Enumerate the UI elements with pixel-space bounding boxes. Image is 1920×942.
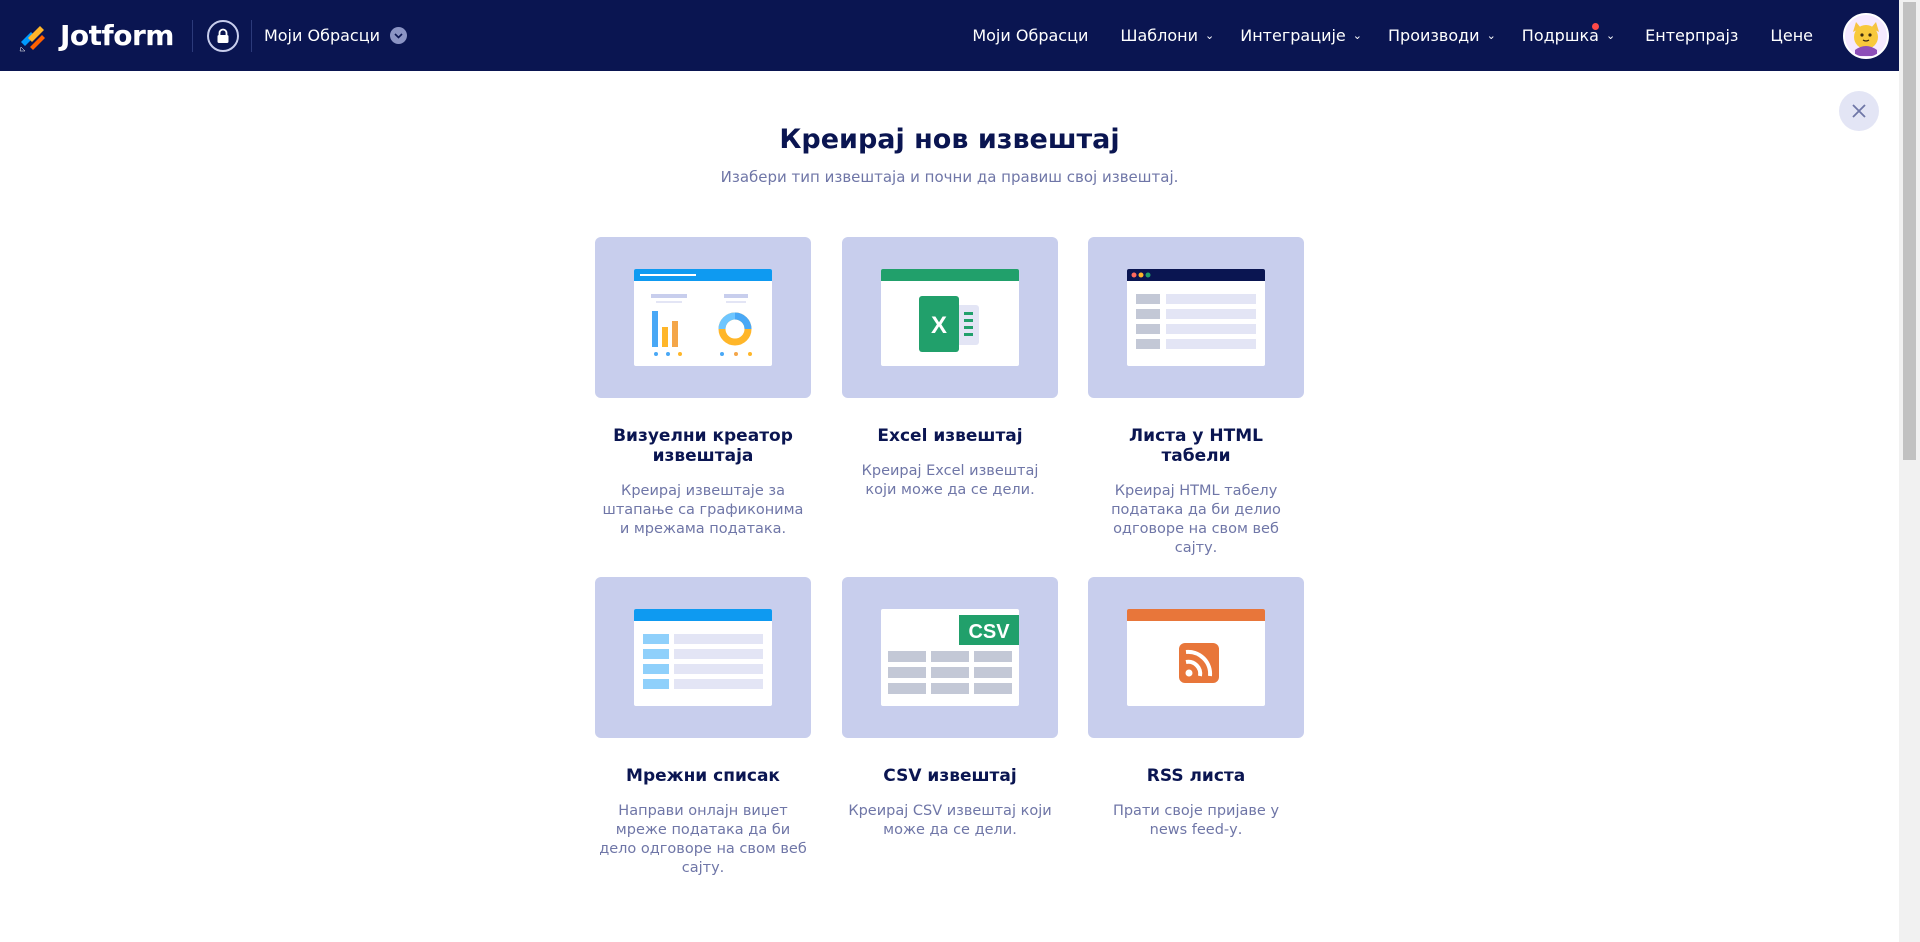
report-type-card-csv[interactable]: CSV CSV извештај Креирај CSV извештај ко… [842, 577, 1058, 840]
nav-link-products[interactable]: Производи ⌄ [1388, 26, 1496, 45]
card-thumbnail [595, 237, 811, 398]
card-description: Креирај CSV извештај који може да се дел… [848, 803, 1052, 838]
card-description: Направи онлајн виџет мреже података да б… [599, 803, 807, 876]
card-thumbnail [1088, 577, 1304, 738]
chevron-down-icon [389, 27, 407, 44]
nav-link-label: Моји Обрасци [972, 26, 1089, 45]
workspace-label: Моји Обрасци [263, 26, 380, 45]
card-thumbnail [595, 577, 811, 738]
card-title: Мрежни списак [626, 766, 780, 786]
card-description: Креирај HTML табелу података да би делио… [1111, 483, 1281, 556]
nav-link-label: Шаблони [1120, 26, 1199, 45]
nav-link-label: Подршка [1521, 26, 1599, 45]
jotform-logo-icon [19, 25, 45, 51]
visual-report-illustration [634, 269, 772, 366]
scrollbar-thumb[interactable] [1903, 2, 1916, 460]
top-navigation-bar: Jotform Моји Обрасци Моји Обрасци Шаблон… [0, 0, 1899, 71]
card-thumbnail: CSV [842, 577, 1058, 738]
card-description: Прати своје пријаве у news feed-у. [1112, 803, 1280, 838]
main-nav-links: Моји Обрасци Шаблони ⌄ Интеграције ⌄ Про… [972, 0, 1899, 71]
card-title: CSV извештај [883, 766, 1017, 786]
nav-link-pricing[interactable]: Цене [1770, 26, 1813, 45]
report-type-card-excel[interactable]: X Excel извештај Креирај Excel извештај … [842, 237, 1058, 500]
card-thumbnail [1088, 237, 1304, 398]
nav-link-templates[interactable]: Шаблони ⌄ [1120, 26, 1214, 45]
close-icon [1852, 104, 1866, 118]
notification-dot [1591, 23, 1599, 30]
nav-link-enterprise[interactable]: Ентерпрајз [1645, 26, 1738, 45]
card-title: Листа у HTML табели [1129, 426, 1263, 466]
nav-divider [191, 19, 193, 52]
nav-link-my-forms[interactable]: Моји Обрасци [972, 26, 1088, 45]
enterprise-lock-button[interactable] [206, 19, 239, 52]
nav-link-label: Производи [1388, 26, 1480, 45]
nav-link-label: Интеграције [1240, 26, 1346, 45]
csv-badge: CSV [968, 621, 1010, 643]
nav-link-integrations[interactable]: Интеграције ⌄ [1240, 26, 1362, 45]
page-scrollbar[interactable] [1899, 0, 1920, 942]
chevron-down-icon: ⌄ [1486, 29, 1496, 42]
chevron-down-icon: ⌄ [1605, 29, 1616, 42]
nav-link-support[interactable]: Подршка ⌄ [1521, 23, 1616, 45]
cat-avatar-icon [1846, 15, 1886, 56]
card-thumbnail: X [842, 237, 1058, 398]
nav-link-label: Ентерпрајз [1645, 26, 1739, 45]
chevron-down-icon: ⌄ [1352, 29, 1362, 42]
csv-illustration: CSV [881, 609, 1019, 706]
report-type-card-rss[interactable]: RSS листа Прати своје пријаве у news fee… [1088, 577, 1304, 840]
report-type-card-visual[interactable]: Визуелни креатор извештаја Креирај извеш… [595, 237, 811, 539]
jotform-logo[interactable]: Jotform [18, 19, 174, 52]
html-table-illustration [1127, 269, 1265, 366]
brand-name: Jotform [60, 19, 174, 52]
report-type-card-html-table[interactable]: Листа у HTML табели Креирај HTML табелу … [1088, 237, 1304, 558]
grid-list-illustration [634, 609, 772, 706]
card-title: Визуелни креатор извештаја [613, 426, 793, 466]
rss-illustration [1127, 609, 1265, 706]
svg-text:X: X [931, 312, 947, 339]
workspace-switcher[interactable]: Моји Обрасци [264, 26, 407, 45]
nav-divider [250, 19, 252, 52]
chevron-down-icon: ⌄ [1205, 29, 1215, 42]
card-title: Excel извештај [877, 426, 1023, 446]
page-title: Креирај нов извештај [779, 124, 1120, 155]
excel-illustration: X [881, 269, 1019, 366]
card-description: Креирај Excel извештај који може да се д… [861, 463, 1039, 498]
nav-link-label: Цене [1770, 26, 1813, 45]
card-description: Креирај извештаје за штапање са графикон… [602, 483, 804, 537]
page-subtitle: Изабери тип извештаја и почни да правиш … [720, 168, 1179, 186]
report-type-card-grid-list[interactable]: Мрежни списак Направи онлајн виџет мреже… [595, 577, 811, 878]
lock-icon [217, 28, 229, 43]
card-title: RSS листа [1146, 766, 1246, 786]
user-avatar[interactable] [1843, 12, 1889, 59]
